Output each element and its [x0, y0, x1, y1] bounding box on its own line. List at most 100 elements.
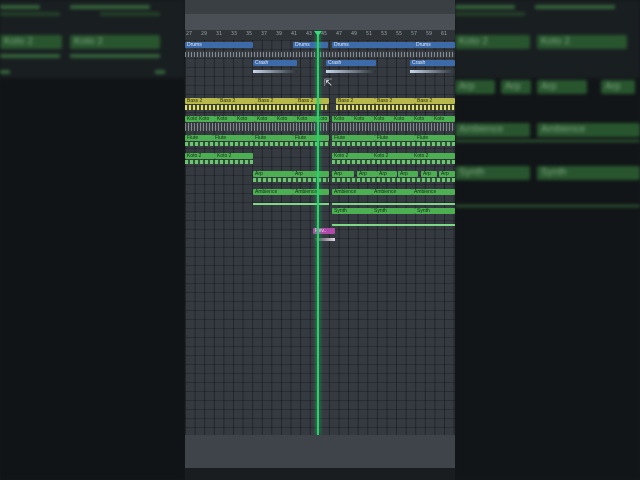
- clip-koto[interactable]: Koto: [185, 116, 197, 122]
- clip-drums[interactable]: Drums: [332, 42, 414, 48]
- koto2-notes: [332, 160, 455, 164]
- playhead-marker-icon[interactable]: [314, 31, 322, 36]
- clip-koto2[interactable]: Koto 2: [372, 153, 412, 159]
- clip-bass[interactable]: Bass 2: [185, 98, 218, 104]
- background-clip-ambience: Ambience: [537, 123, 640, 137]
- clip-bass[interactable]: Bass 2: [296, 98, 329, 104]
- clip-bass[interactable]: Bass 2: [375, 98, 415, 104]
- ruler-bar-number: 51: [366, 31, 373, 37]
- background-clip-koto2: Koto 2: [70, 35, 160, 49]
- ruler-bar-number: 49: [351, 31, 358, 37]
- koto-notes: [332, 123, 455, 131]
- clip-arp[interactable]: Arp: [398, 171, 418, 177]
- clip-drums[interactable]: Drums: [293, 42, 328, 48]
- ruler-bar-number: 59: [426, 31, 433, 37]
- clip-arp[interactable]: Arp: [439, 171, 455, 177]
- clip-crash[interactable]: Crash: [410, 60, 455, 66]
- ruler-bar-number: 43: [306, 31, 313, 37]
- playhead[interactable]: [317, 32, 319, 435]
- clip-bass[interactable]: Bass 2: [256, 98, 296, 104]
- clip-bass[interactable]: Bass 2: [336, 98, 375, 104]
- clip-koto[interactable]: Koto: [235, 116, 255, 122]
- clip-arp[interactable]: Arp: [253, 171, 293, 177]
- clip-flute[interactable]: Flute: [185, 135, 213, 141]
- clip-koto[interactable]: Koto: [432, 116, 455, 122]
- background-clip-synth: Synth: [537, 166, 640, 180]
- background-clip-koto2: Koto 2: [537, 35, 627, 49]
- ruler-bar-number: 55: [396, 31, 403, 37]
- ruler-bar-number: 35: [246, 31, 253, 37]
- clip-drums[interactable]: Drums: [185, 42, 253, 48]
- koto-notes: [185, 123, 329, 131]
- background-clip-arp: Arp: [501, 80, 531, 94]
- clip-koto[interactable]: Koto: [215, 116, 235, 122]
- ruler-bar-number: 57: [411, 31, 418, 37]
- background-clip-synth: Synth: [455, 166, 530, 180]
- clip-ambience[interactable]: Ambience: [332, 189, 372, 195]
- clip-koto[interactable]: Koto: [295, 116, 315, 122]
- clip-ambience[interactable]: Ambience: [293, 189, 329, 195]
- clip-arp[interactable]: Arp: [293, 171, 329, 177]
- clip-crash[interactable]: Crash: [326, 60, 376, 66]
- clip-koto[interactable]: Koto: [275, 116, 295, 122]
- clip-bass[interactable]: Bass 2: [218, 98, 256, 104]
- clip-flute[interactable]: Flute: [293, 135, 329, 141]
- background-right-blur: Koto 2 Koto 2 Arp Arp Arp Arp Ambience A…: [455, 0, 640, 480]
- bottom-bar: [185, 435, 455, 468]
- clip-ambience[interactable]: Ambience: [372, 189, 412, 195]
- clip-koto[interactable]: Koto: [352, 116, 372, 122]
- ruler-bar-number: 29: [201, 31, 208, 37]
- background-clip-arp: Arp: [601, 80, 635, 94]
- clip-arp[interactable]: Arp: [357, 171, 377, 177]
- mouse-cursor-icon: ⇱: [324, 78, 333, 89]
- clip-koto[interactable]: Koto: [255, 116, 275, 122]
- bass-notes: [336, 105, 455, 110]
- clip-flute[interactable]: Flute: [375, 135, 415, 141]
- clip-arp[interactable]: Arp: [421, 171, 437, 177]
- ruler-bar-number: 53: [381, 31, 388, 37]
- clip-koto[interactable]: Koto: [412, 116, 432, 122]
- clip-synth[interactable]: Synth: [415, 208, 455, 214]
- background-clip-koto2: Koto 2: [0, 35, 62, 49]
- bass-notes: [185, 105, 329, 110]
- clip-flute[interactable]: Flute: [332, 135, 375, 141]
- clip-koto[interactable]: Koto: [332, 116, 352, 122]
- toolbar: [185, 14, 455, 30]
- clip-synth[interactable]: Synth: [372, 208, 415, 214]
- ruler-bar-number: 47: [336, 31, 343, 37]
- background-left-blur: Koto 2 Koto 2: [0, 0, 185, 480]
- arp-notes: [332, 178, 455, 182]
- clip-koto2[interactable]: Koto 2: [185, 153, 215, 159]
- crash-waveform: [410, 70, 455, 73]
- crash-waveform: [326, 70, 376, 73]
- clip-koto[interactable]: Koto: [372, 116, 392, 122]
- synth-notes: [332, 224, 455, 226]
- koto2-notes: [185, 160, 253, 164]
- clip-ambience[interactable]: Ambience: [412, 189, 455, 195]
- crash-waveform: [253, 70, 297, 73]
- clip-crash[interactable]: Crash: [253, 60, 297, 66]
- clip-koto2[interactable]: Koto 2: [332, 153, 372, 159]
- clip-flute[interactable]: Flute: [253, 135, 293, 141]
- clip-flute[interactable]: Flute: [213, 135, 253, 141]
- drums-audio-waveform: [185, 52, 455, 57]
- ruler-bar-number: 33: [231, 31, 238, 37]
- clip-flute[interactable]: Flute: [415, 135, 455, 141]
- clip-koto[interactable]: Koto: [197, 116, 215, 122]
- clip-ambience[interactable]: Ambience: [253, 189, 293, 195]
- ambience-notes: [332, 203, 455, 205]
- clip-koto[interactable]: Koto: [392, 116, 412, 122]
- clip-synth[interactable]: Synth: [332, 208, 372, 214]
- ruler-bar-number: 27: [186, 31, 193, 37]
- ruler-bar-number: 41: [291, 31, 298, 37]
- ruler-bar-number: 31: [216, 31, 223, 37]
- clip-drums[interactable]: Drums: [414, 42, 455, 48]
- clip-koto2[interactable]: Koto 2: [215, 153, 253, 159]
- ruler-bar-number: 37: [261, 31, 268, 37]
- ruler-bar-number: 39: [276, 31, 283, 37]
- clip-arp[interactable]: Arp: [377, 171, 397, 177]
- clip-arp[interactable]: Arp: [332, 171, 354, 177]
- clip-bass[interactable]: Bass 2: [415, 98, 455, 104]
- flute-notes: [332, 142, 455, 146]
- clip-koto2[interactable]: Koto 2: [412, 153, 455, 159]
